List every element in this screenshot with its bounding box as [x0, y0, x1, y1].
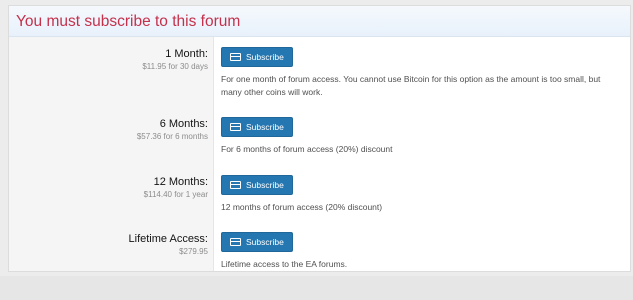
- option-price: $114.40 for 1 year: [143, 190, 208, 199]
- credit-card-icon: [230, 123, 241, 131]
- option-term: 6 Months:: [159, 118, 208, 130]
- option-term: 1 Month:: [165, 48, 208, 60]
- option-description: For 6 months of forum access (20%) disco…: [221, 144, 393, 154]
- option-description: For one month of forum access. You canno…: [221, 74, 601, 97]
- option-description: Lifetime access to the EA forums.: [221, 259, 348, 269]
- panel-header: You must subscribe to this forum: [9, 6, 630, 37]
- subscription-panel: You must subscribe to this forum 1 Month…: [8, 5, 631, 272]
- credit-card-icon: [230, 53, 241, 61]
- option-label: 6 Months: $57.36 for 6 months: [9, 117, 208, 142]
- option-term: 12 Months:: [153, 176, 208, 188]
- credit-card-icon: [230, 181, 241, 189]
- option-label: Lifetime Access: $279.95: [9, 232, 208, 257]
- option-price: $279.95: [179, 247, 208, 256]
- option-price: $57.36 for 6 months: [136, 132, 208, 141]
- subscribe-button-label: Subscribe: [246, 122, 284, 132]
- option-value: Subscribe Lifetime access to the EA foru…: [221, 232, 620, 271]
- subscribe-button-label: Subscribe: [246, 237, 284, 247]
- subscribe-button-label: Subscribe: [246, 52, 284, 62]
- subscribe-button-12-months[interactable]: Subscribe: [221, 175, 293, 195]
- option-value: Subscribe For 6 months of forum access (…: [221, 117, 620, 156]
- option-term: Lifetime Access:: [128, 233, 208, 245]
- option-value: Subscribe 12 months of forum access (20%…: [221, 175, 620, 214]
- subscribe-button-label: Subscribe: [246, 180, 284, 190]
- panel-title: You must subscribe to this forum: [16, 13, 241, 30]
- option-price: $11.95 for 30 days: [142, 62, 208, 71]
- subscription-options: 1 Month: $11.95 for 30 days Subscribe Fo…: [9, 37, 630, 271]
- option-label: 1 Month: $11.95 for 30 days: [9, 47, 208, 72]
- option-value: Subscribe For one month of forum access.…: [221, 47, 620, 99]
- subscribe-button-1-month[interactable]: Subscribe: [221, 47, 293, 67]
- option-description: 12 months of forum access (20% discount): [221, 202, 383, 212]
- credit-card-icon: [230, 238, 241, 246]
- subscribe-button-lifetime[interactable]: Subscribe: [221, 232, 293, 252]
- subscribe-button-6-months[interactable]: Subscribe: [221, 117, 293, 137]
- page-footer-strip: [0, 276, 633, 300]
- option-label: 12 Months: $114.40 for 1 year: [9, 175, 208, 200]
